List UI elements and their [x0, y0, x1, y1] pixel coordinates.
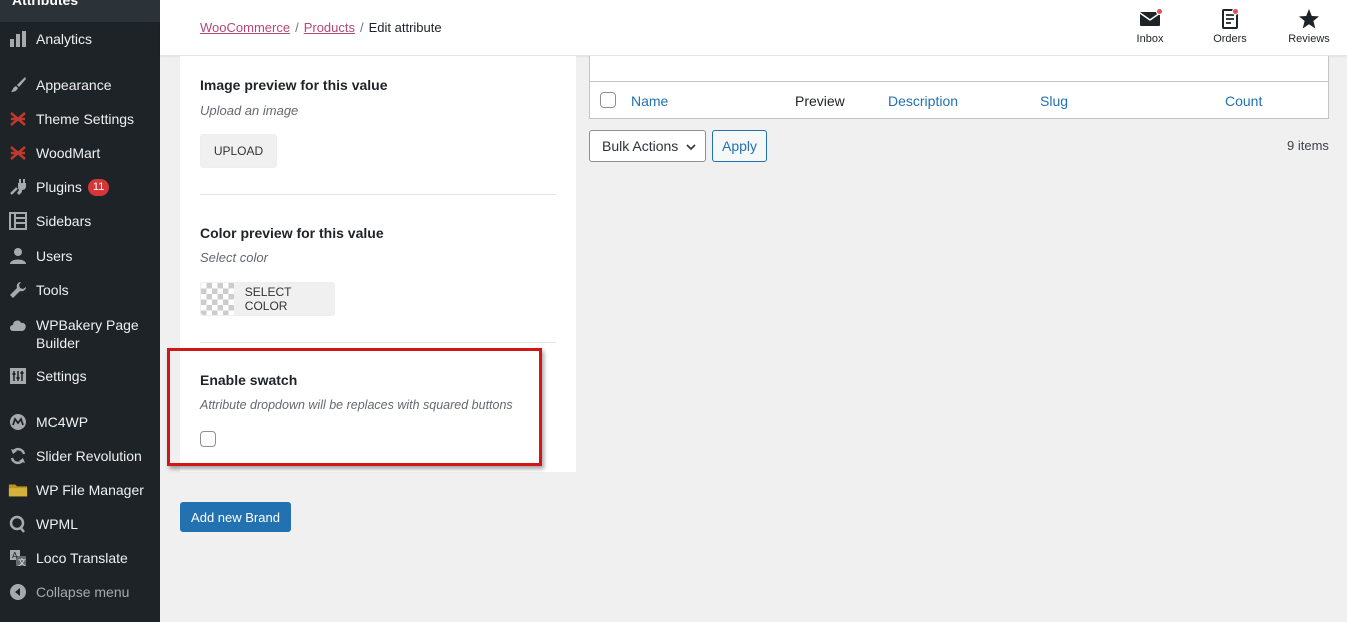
sidebar-item-wpml[interactable]: WPML — [0, 507, 160, 541]
sidebar-item-label: WPML — [36, 516, 78, 532]
inbox-notification-dot — [1156, 8, 1163, 15]
column-description[interactable]: Description — [888, 93, 958, 109]
sidebar-item-users[interactable]: Users — [0, 239, 160, 273]
divider — [200, 194, 556, 195]
enable-swatch-description: Attribute dropdown will be replaces with… — [200, 398, 513, 412]
column-name[interactable]: Name — [631, 93, 668, 109]
upload-button[interactable]: UPLOAD — [200, 134, 277, 168]
sidebar-item-analytics[interactable]: Analytics — [0, 22, 160, 56]
breadcrumb: WooCommerce / Products / Edit attribute — [200, 20, 442, 35]
sidebar-item-appearance[interactable]: Appearance — [0, 68, 160, 102]
add-new-brand-button[interactable]: Add new Brand — [180, 502, 291, 532]
enable-swatch-checkbox[interactable] — [200, 431, 216, 447]
sidebar-item-plugins[interactable]: Plugins 11 — [0, 170, 160, 204]
breadcrumb-products-link[interactable]: Products — [304, 20, 355, 35]
svg-text:文: 文 — [18, 557, 26, 567]
breadcrumb-woocommerce-link[interactable]: WooCommerce — [200, 20, 290, 35]
collapse-menu-button[interactable]: Collapse menu — [0, 575, 160, 609]
sidebar-item-settings[interactable]: Settings — [0, 359, 160, 393]
sidebar-item-label: Tools — [36, 282, 69, 298]
sidebar-item-label: Collapse menu — [36, 584, 130, 600]
sidebar-item-label: MC4WP — [36, 414, 89, 430]
reviews-button[interactable]: Reviews — [1279, 8, 1339, 52]
refresh-icon — [8, 446, 28, 466]
bulk-actions-select[interactable]: Bulk Actions — [589, 130, 706, 162]
plug-icon — [8, 177, 28, 197]
sidebar-submenu-label: Attributes — [12, 0, 79, 8]
woocommerce-header: WooCommerce / Products / Edit attribute Inbo… — [160, 0, 1347, 56]
sidebar-item-mc4wp[interactable]: MC4WP — [0, 405, 160, 439]
bar-chart-icon — [8, 29, 28, 49]
orders-button[interactable]: Orders — [1200, 8, 1260, 52]
wrench-icon — [8, 280, 28, 300]
user-icon — [8, 246, 28, 266]
breadcrumb-current: Edit attribute — [368, 20, 442, 35]
sidebar-item-label: Loco Translate — [36, 550, 128, 566]
sidebar-item-woodmart[interactable]: WoodMart — [0, 136, 160, 170]
enable-swatch-title: Enable swatch — [200, 372, 298, 388]
sidebar-item-label: Users — [36, 248, 73, 264]
sidebar-item-loco-translate[interactable]: A文 Loco Translate — [0, 541, 160, 575]
select-all-checkbox[interactable] — [600, 92, 616, 108]
sidebar-item-wpbakery[interactable]: WPBakery Page Builder — [0, 315, 160, 351]
terms-table-header: Name Preview Description Slug Count — [589, 81, 1329, 119]
color-preview-description: Select color — [200, 250, 268, 265]
column-count[interactable]: Count — [1225, 93, 1262, 109]
folder-icon — [8, 480, 28, 500]
select-color-button[interactable]: SELECT COLOR — [200, 282, 335, 316]
inbox-button[interactable]: Inbox — [1120, 8, 1180, 52]
woodmart-icon — [8, 143, 28, 163]
sidebar-item-sidebars[interactable]: Sidebars — [0, 204, 160, 238]
sidebar-item-label: Settings — [36, 368, 87, 384]
admin-sidebar: Attributes Analytics Appearance Theme Se… — [0, 0, 160, 622]
translate-icon: A文 — [8, 548, 28, 568]
sidebar-item-tools[interactable]: Tools — [0, 273, 160, 307]
inbox-icon — [1138, 8, 1163, 30]
wpml-icon — [8, 514, 28, 534]
sliders-icon — [8, 366, 28, 386]
bulk-actions-value: Bulk Actions — [602, 138, 679, 154]
sidebar-item-label: Slider Revolution — [36, 448, 142, 464]
sidebar-item-label: Appearance — [36, 77, 112, 93]
term-edit-form: Image preview for this value Upload an i… — [180, 56, 576, 472]
sidebar-item-label: Theme Settings — [36, 111, 135, 127]
sidebar-item-label: WPBakery Page Builder — [36, 317, 139, 351]
divider — [200, 342, 556, 343]
sidebar-item-label: Analytics — [36, 31, 93, 47]
table-body-remnant — [589, 56, 1329, 81]
sidebar-item-label: Plugins 11 — [36, 178, 110, 197]
sidebar-item-label: Sidebars — [36, 213, 92, 229]
select-color-label: SELECT COLOR — [244, 285, 292, 313]
plugin-updates-badge: 11 — [87, 179, 110, 197]
orders-notification-dot — [1232, 8, 1239, 15]
image-preview-title: Image preview for this value — [200, 77, 388, 93]
sidebar-item-theme-settings[interactable]: Theme Settings — [0, 102, 160, 136]
star-icon — [1297, 8, 1321, 30]
image-preview-description: Upload an image — [200, 103, 299, 118]
apply-button[interactable]: Apply — [712, 130, 767, 162]
sidebar-submenu-attributes[interactable]: Attributes — [0, 0, 160, 22]
grid-icon — [8, 211, 28, 231]
column-preview: Preview — [795, 93, 845, 109]
collapse-icon — [8, 582, 28, 602]
chevron-down-icon — [685, 140, 697, 156]
sidebar-item-wp-file-manager[interactable]: WP File Manager — [0, 473, 160, 507]
woodmart-icon — [8, 109, 28, 129]
items-count: 9 items — [1287, 138, 1329, 153]
color-preview-title: Color preview for this value — [200, 225, 384, 241]
orders-icon — [1218, 8, 1242, 30]
sidebar-item-label: WoodMart — [36, 145, 101, 161]
paintbrush-icon — [8, 75, 28, 95]
transparent-swatch-icon — [201, 283, 234, 315]
cloud-icon — [8, 315, 28, 335]
column-slug[interactable]: Slug — [1040, 93, 1068, 109]
sidebar-item-slider-revolution[interactable]: Slider Revolution — [0, 439, 160, 473]
mc4wp-icon — [8, 412, 28, 432]
sidebar-item-label: WP File Manager — [36, 482, 144, 498]
